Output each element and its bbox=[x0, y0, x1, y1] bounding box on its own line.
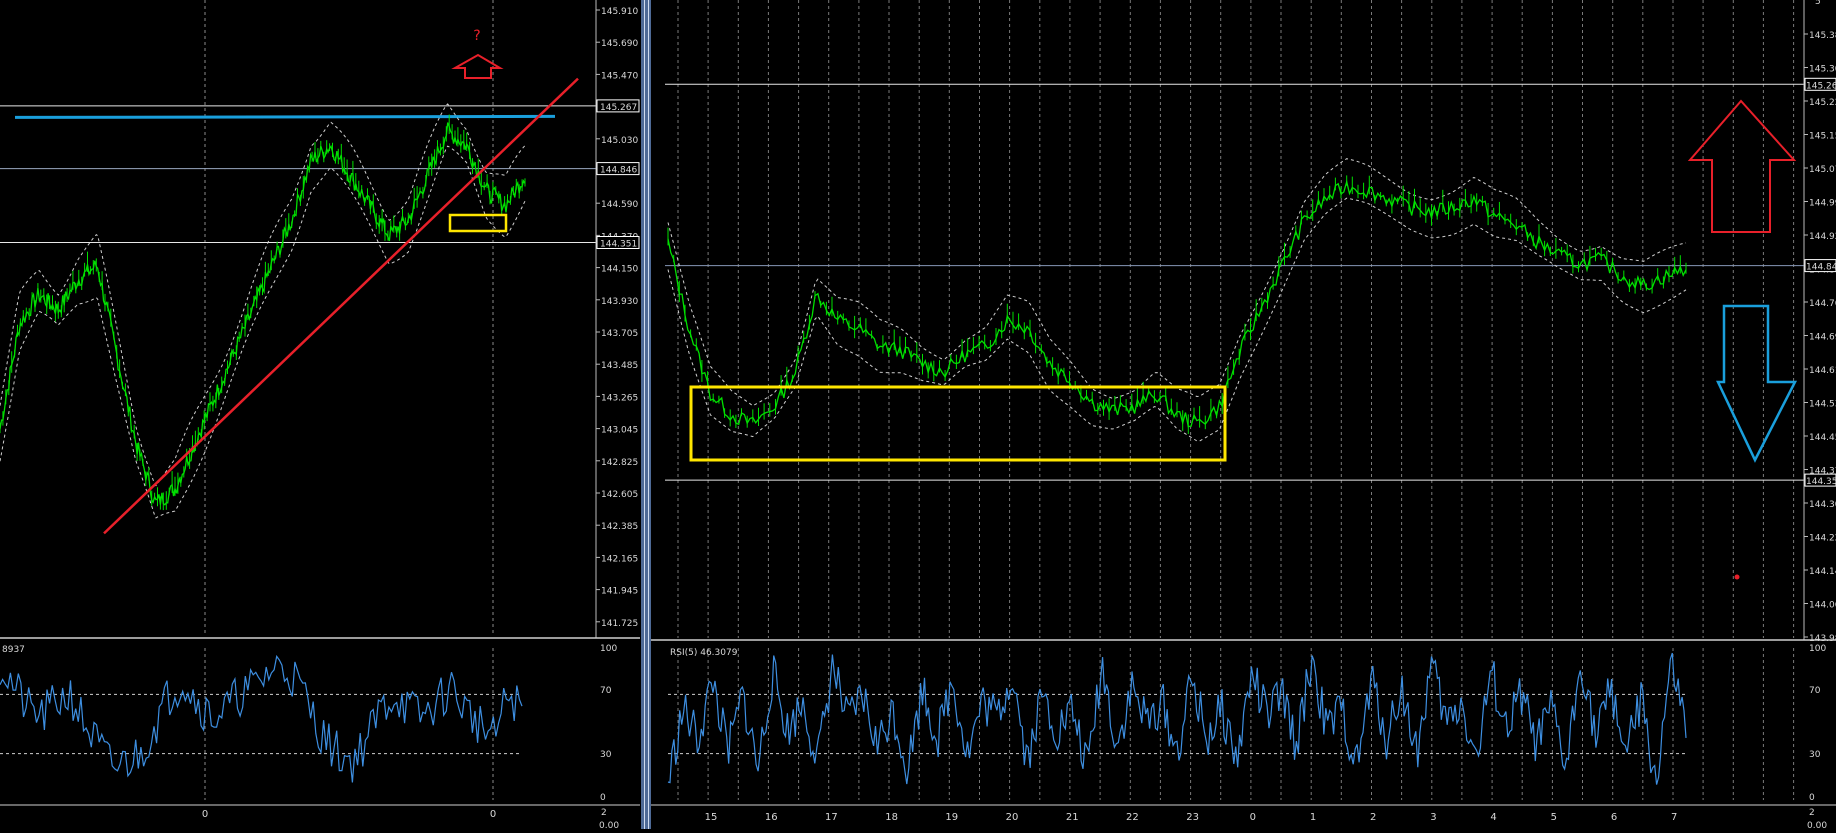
left-price-tick-label: 144.150 bbox=[601, 265, 638, 275]
right-price-tick-label: 144.690 bbox=[1809, 333, 1836, 343]
right-time-label: 7 bbox=[1671, 812, 1677, 823]
left-rsi-tick-label: 70 bbox=[600, 686, 612, 696]
right-price-tick-label: 145.300 bbox=[1809, 65, 1836, 75]
right-time-label: 6 bbox=[1611, 812, 1617, 823]
right-price-tick-label: 144.765 bbox=[1809, 299, 1836, 309]
right-time-label: 0 bbox=[1250, 812, 1256, 823]
chart-workspace: ? 145.910145.690145.470145.250145.030144… bbox=[0, 0, 1836, 831]
left-price-tick-label: 143.930 bbox=[601, 297, 638, 307]
right-price-tick-label: 144.920 bbox=[1809, 232, 1836, 242]
left-level-label: 145.267 bbox=[600, 103, 637, 113]
left-price-tick-label: 145.690 bbox=[601, 39, 638, 49]
right-price-tick-label: 144.065 bbox=[1809, 601, 1836, 611]
left-price-tick-label: 143.705 bbox=[601, 329, 638, 339]
panel-divider[interactable] bbox=[641, 0, 651, 829]
right-time-label: 21 bbox=[1066, 812, 1079, 823]
left-bottom-label: 2 bbox=[601, 808, 607, 818]
right-price-tick-label: 145.150 bbox=[1809, 132, 1836, 142]
right-level-label: 144.846 bbox=[1806, 263, 1836, 273]
left-level-label: 144.846 bbox=[600, 166, 637, 176]
right-price-tick-label: 144.300 bbox=[1809, 500, 1836, 510]
red-dot-marker bbox=[1734, 574, 1740, 580]
right-level-label: 144.350 bbox=[1806, 477, 1836, 487]
right-price-tick-label: 144.140 bbox=[1809, 567, 1836, 577]
right-time-label: 4 bbox=[1490, 812, 1496, 823]
right-price-tick-label: 144.610 bbox=[1809, 366, 1836, 376]
right-price-tick-label: 144.455 bbox=[1809, 433, 1836, 443]
right-price-tick-label: 145.075 bbox=[1809, 165, 1836, 175]
right-price-tick-label: 144.220 bbox=[1809, 534, 1836, 544]
right-bottom-label: 2 bbox=[1809, 808, 1815, 818]
right-bottom-sub: 0.00 bbox=[1807, 821, 1827, 829]
left-rsi-tick-label: 0 bbox=[600, 793, 606, 803]
right-price-tick-label: 143.985 bbox=[1809, 634, 1836, 644]
left-price-tick-label: 143.045 bbox=[601, 426, 638, 436]
right-time-label: 16 bbox=[765, 812, 778, 823]
left-level-label: 144.351 bbox=[600, 240, 637, 250]
left-price-tick-label: 142.165 bbox=[601, 554, 638, 564]
left-price-tick-label: 145.470 bbox=[601, 71, 638, 81]
right-time-label: 18 bbox=[885, 812, 898, 823]
chart-canvas: ? 145.910145.690145.470145.250145.030144… bbox=[0, 0, 1836, 831]
left-price-tick-label: 143.485 bbox=[601, 361, 638, 371]
right-rsi-tick-label: 70 bbox=[1809, 686, 1821, 696]
right-price-tick-label: 144.995 bbox=[1809, 199, 1836, 209]
left-price-tick-label: 142.605 bbox=[601, 490, 638, 500]
blue-resistance-line[interactable] bbox=[14, 114, 556, 119]
right-time-label: 23 bbox=[1186, 812, 1199, 823]
right-rsi-tick-label: 0 bbox=[1809, 793, 1815, 803]
left-rsi-tick-label: 30 bbox=[600, 750, 612, 760]
right-time-label: 22 bbox=[1126, 812, 1139, 823]
right-price-tick-label: 145.380 bbox=[1809, 31, 1836, 41]
right-price-tick-label: 145.225 bbox=[1809, 98, 1836, 108]
right-price-tick-label: 144.535 bbox=[1809, 400, 1836, 410]
right-rsi-label: RSI(5) 46.3079 bbox=[670, 648, 738, 658]
left-rsi-tick-label: 100 bbox=[600, 644, 617, 654]
right-time-label: 17 bbox=[825, 812, 838, 823]
left-price-tick-label: 145.910 bbox=[601, 7, 638, 17]
left-rsi-label: 8937 bbox=[2, 645, 25, 655]
chart-background bbox=[0, 0, 1836, 829]
right-rsi-tick-label: 100 bbox=[1809, 644, 1826, 654]
right-time-label: 2 bbox=[1370, 812, 1376, 823]
right-level-label: 145.265 bbox=[1806, 81, 1836, 91]
right-time-label: 5 bbox=[1551, 812, 1557, 823]
right-time-label: 19 bbox=[945, 812, 958, 823]
right-time-label: 20 bbox=[1006, 812, 1019, 823]
left-price-tick-label: 142.825 bbox=[601, 458, 638, 468]
right-rsi-tick-label: 30 bbox=[1809, 750, 1821, 760]
left-price-tick-label: 143.265 bbox=[601, 393, 638, 403]
left-bottom-sub: 0.00 bbox=[599, 821, 619, 829]
question-mark-annotation: ? bbox=[473, 28, 480, 44]
left-price-tick-label: 145.030 bbox=[601, 136, 638, 146]
right-partial-tick-label: 5 bbox=[1815, 0, 1821, 7]
left-price-tick-label: 141.945 bbox=[601, 587, 638, 597]
right-time-label: 3 bbox=[1430, 812, 1436, 823]
left-price-tick-label: 142.385 bbox=[601, 522, 638, 532]
right-time-label: 15 bbox=[705, 812, 718, 823]
left-time-label: 0 bbox=[202, 809, 208, 820]
left-price-tick-label: 144.590 bbox=[601, 200, 638, 210]
left-time-label: 0 bbox=[490, 809, 496, 820]
right-time-label: 1 bbox=[1310, 812, 1316, 823]
left-price-tick-label: 141.725 bbox=[601, 619, 638, 629]
